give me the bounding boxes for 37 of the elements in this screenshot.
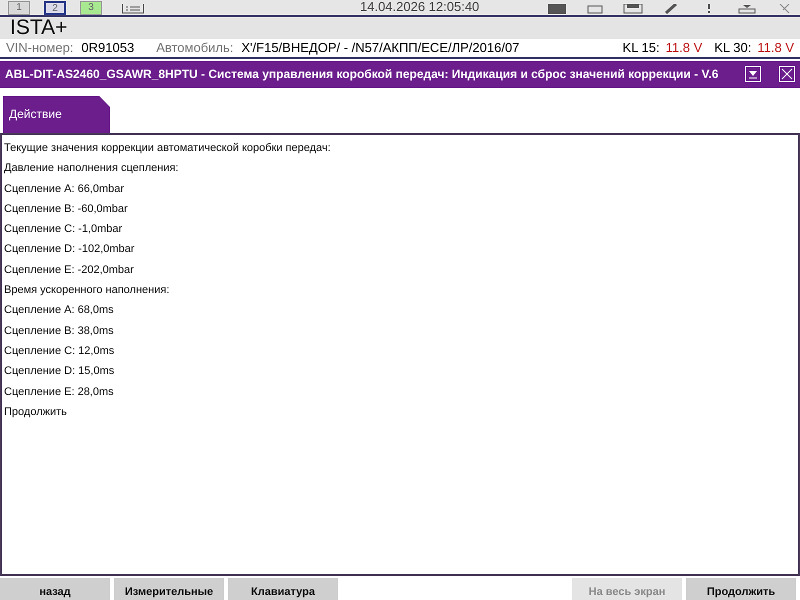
content-line: Текущие значения коррекции автоматической коробки передач: [4, 140, 332, 156]
date-time: 14.04.2026 12:05:40 [360, 0, 480, 14]
content-line: Сцепление C: 12,0ms [4, 344, 116, 359]
content-line: Сцепление D: -102,0mbar [4, 242, 136, 258]
toolbar-button[interactable]: назад [0, 578, 110, 600]
field-label: VIN-номер: [6, 39, 74, 58]
content-line: Сцепление D: 15,0ms [4, 364, 116, 380]
close-icon[interactable] [779, 66, 795, 82]
download-icon[interactable] [736, 4, 758, 14]
content-line: Сцепление B: -60,0mbar [4, 202, 129, 217]
voltage-value: 11.8 V [757, 39, 794, 58]
voltage-value: 11.8 V [666, 39, 702, 58]
content-line: Продолжить [4, 404, 68, 420]
vehicle-value: X'/F15/ВНЕДОР/ - /N57/АКПП/ECE/ЛР/2016/07 [241, 39, 520, 58]
content-line: Сцепление A: 68,0ms [4, 303, 115, 318]
content-line: Сцепление E: -202,0mbar [4, 262, 135, 278]
screen-tab[interactable]: 3 [80, 0, 102, 15]
content-line: Сцепление B: 38,0ms [4, 324, 115, 339]
content-line: Сцепление E: 28,0ms [4, 384, 115, 400]
toolbar-button[interactable]: Измерительные [114, 578, 224, 600]
screen-tab[interactable]: 2 [44, 0, 66, 15]
content-line: Давление наполнения сцепления: [4, 161, 180, 176]
content-line: Время ускоренного наполнения: [4, 283, 170, 298]
vin-value: 0R91053 [81, 39, 134, 58]
app-title: ISTA+ [10, 15, 68, 42]
tab[interactable]: Действие [3, 96, 110, 133]
field-label: KL 15: [622, 39, 660, 58]
dialog-title: ABL-DIT-AS2460_GSAWR_8HPTU - Система управления коробкой передач: Индикация и сброс значений коррекции - V.6 [5, 66, 720, 84]
field-label: Автомобиль: [156, 39, 234, 58]
minimize-icon[interactable] [745, 66, 761, 82]
list-icon[interactable] [122, 4, 144, 14]
field-label: KL 30: [714, 39, 752, 58]
toolbar-button[interactable]: Клавиатура [228, 578, 338, 600]
content-line: Сцепление A: 66,0mbar [4, 182, 126, 197]
toolbar-button[interactable]: Продолжить [686, 578, 796, 600]
content-line: Сцепление C: -1,0mbar [4, 222, 124, 238]
screen-tab[interactable]: 1 [8, 0, 30, 15]
